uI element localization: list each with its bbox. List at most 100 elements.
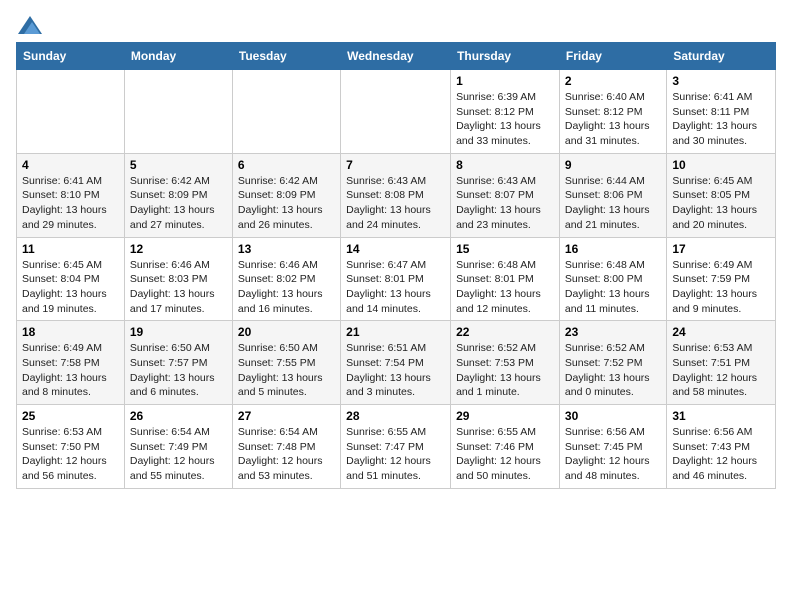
calendar-body: 1Sunrise: 6:39 AM Sunset: 8:12 PM Daylig… xyxy=(17,70,776,489)
day-number: 1 xyxy=(456,74,554,88)
day-number: 16 xyxy=(565,242,661,256)
day-info: Sunrise: 6:50 AM Sunset: 7:57 PM Dayligh… xyxy=(130,341,227,400)
day-info: Sunrise: 6:43 AM Sunset: 8:08 PM Dayligh… xyxy=(346,174,445,233)
day-info: Sunrise: 6:44 AM Sunset: 8:06 PM Dayligh… xyxy=(565,174,661,233)
day-number: 12 xyxy=(130,242,227,256)
day-info: Sunrise: 6:45 AM Sunset: 8:05 PM Dayligh… xyxy=(672,174,770,233)
weekday-friday: Friday xyxy=(559,43,666,70)
day-cell: 29Sunrise: 6:55 AM Sunset: 7:46 PM Dayli… xyxy=(451,405,560,489)
day-number: 29 xyxy=(456,409,554,423)
day-number: 25 xyxy=(22,409,119,423)
day-number: 8 xyxy=(456,158,554,172)
day-info: Sunrise: 6:47 AM Sunset: 8:01 PM Dayligh… xyxy=(346,258,445,317)
week-row-1: 1Sunrise: 6:39 AM Sunset: 8:12 PM Daylig… xyxy=(17,70,776,154)
day-cell: 31Sunrise: 6:56 AM Sunset: 7:43 PM Dayli… xyxy=(667,405,776,489)
day-cell: 19 Sunrise: 6:50 AM Sunset: 7:57 PM Dayli… xyxy=(124,321,232,405)
day-number: 22 xyxy=(456,325,554,339)
day-cell: 7 Sunrise: 6:43 AM Sunset: 8:08 PM Daylig… xyxy=(341,153,451,237)
day-cell: 25 Sunrise: 6:53 AM Sunset: 7:50 PM Dayli… xyxy=(17,405,125,489)
day-cell: 21 Sunrise: 6:51 AM Sunset: 7:54 PM Dayli… xyxy=(341,321,451,405)
week-row-3: 11 Sunrise: 6:45 AM Sunset: 8:04 PM Dayli… xyxy=(17,237,776,321)
day-cell xyxy=(341,70,451,154)
day-number: 19 xyxy=(130,325,227,339)
calendar-header: SundayMondayTuesdayWednesdayThursdayFrid… xyxy=(17,43,776,70)
day-number: 6 xyxy=(238,158,335,172)
week-row-2: 4 Sunrise: 6:41 AM Sunset: 8:10 PM Daylig… xyxy=(17,153,776,237)
day-info: Sunrise: 6:53 AM Sunset: 7:50 PM Dayligh… xyxy=(22,425,119,484)
day-cell: 12 Sunrise: 6:46 AM Sunset: 8:03 PM Dayli… xyxy=(124,237,232,321)
day-number: 11 xyxy=(22,242,119,256)
day-cell: 8 Sunrise: 6:43 AM Sunset: 8:07 PM Daylig… xyxy=(451,153,560,237)
day-cell: 24 Sunrise: 6:53 AM Sunset: 7:51 PM Dayli… xyxy=(667,321,776,405)
day-info: Sunrise: 6:52 AM Sunset: 7:53 PM Dayligh… xyxy=(456,341,554,400)
day-cell: 13 Sunrise: 6:46 AM Sunset: 8:02 PM Dayli… xyxy=(232,237,340,321)
day-number: 27 xyxy=(238,409,335,423)
day-cell: 26 Sunrise: 6:54 AM Sunset: 7:49 PM Dayli… xyxy=(124,405,232,489)
weekday-wednesday: Wednesday xyxy=(341,43,451,70)
day-number: 26 xyxy=(130,409,227,423)
day-info: Sunrise: 6:49 AM Sunset: 7:58 PM Dayligh… xyxy=(22,341,119,400)
day-number: 4 xyxy=(22,158,119,172)
day-cell: 4 Sunrise: 6:41 AM Sunset: 8:10 PM Daylig… xyxy=(17,153,125,237)
day-number: 31 xyxy=(672,409,770,423)
day-cell: 3 Sunrise: 6:41 AM Sunset: 8:11 PM Daylig… xyxy=(667,70,776,154)
day-info: Sunrise: 6:46 AM Sunset: 8:02 PM Dayligh… xyxy=(238,258,335,317)
day-cell: 30 Sunrise: 6:56 AM Sunset: 7:45 PM Dayli… xyxy=(559,405,666,489)
calendar-table: SundayMondayTuesdayWednesdayThursdayFrid… xyxy=(16,42,776,489)
day-cell: 17 Sunrise: 6:49 AM Sunset: 7:59 PM Dayli… xyxy=(667,237,776,321)
day-cell: 1Sunrise: 6:39 AM Sunset: 8:12 PM Daylig… xyxy=(451,70,560,154)
day-number: 15 xyxy=(456,242,554,256)
day-info: Sunrise: 6:50 AM Sunset: 7:55 PM Dayligh… xyxy=(238,341,335,400)
day-number: 5 xyxy=(130,158,227,172)
weekday-header-row: SundayMondayTuesdayWednesdayThursdayFrid… xyxy=(17,43,776,70)
day-cell: 16 Sunrise: 6:48 AM Sunset: 8:00 PM Dayli… xyxy=(559,237,666,321)
day-number: 14 xyxy=(346,242,445,256)
day-info: Sunrise: 6:41 AM Sunset: 8:10 PM Dayligh… xyxy=(22,174,119,233)
day-info: Sunrise: 6:54 AM Sunset: 7:49 PM Dayligh… xyxy=(130,425,227,484)
day-info: Sunrise: 6:53 AM Sunset: 7:51 PM Dayligh… xyxy=(672,341,770,400)
weekday-sunday: Sunday xyxy=(17,43,125,70)
day-info: Sunrise: 6:45 AM Sunset: 8:04 PM Dayligh… xyxy=(22,258,119,317)
day-info: Sunrise: 6:48 AM Sunset: 8:01 PM Dayligh… xyxy=(456,258,554,317)
day-number: 28 xyxy=(346,409,445,423)
day-cell xyxy=(124,70,232,154)
day-info: Sunrise: 6:41 AM Sunset: 8:11 PM Dayligh… xyxy=(672,90,770,149)
day-info: Sunrise: 6:43 AM Sunset: 8:07 PM Dayligh… xyxy=(456,174,554,233)
week-row-4: 18 Sunrise: 6:49 AM Sunset: 7:58 PM Dayli… xyxy=(17,321,776,405)
day-number: 30 xyxy=(565,409,661,423)
day-info: Sunrise: 6:51 AM Sunset: 7:54 PM Dayligh… xyxy=(346,341,445,400)
week-row-5: 25 Sunrise: 6:53 AM Sunset: 7:50 PM Dayli… xyxy=(17,405,776,489)
day-info: Sunrise: 6:49 AM Sunset: 7:59 PM Dayligh… xyxy=(672,258,770,317)
day-info: Sunrise: 6:46 AM Sunset: 8:03 PM Dayligh… xyxy=(130,258,227,317)
day-number: 18 xyxy=(22,325,119,339)
day-number: 24 xyxy=(672,325,770,339)
day-number: 21 xyxy=(346,325,445,339)
day-cell: 9 Sunrise: 6:44 AM Sunset: 8:06 PM Daylig… xyxy=(559,153,666,237)
day-cell: 2Sunrise: 6:40 AM Sunset: 8:12 PM Daylig… xyxy=(559,70,666,154)
day-cell: 10Sunrise: 6:45 AM Sunset: 8:05 PM Dayli… xyxy=(667,153,776,237)
day-info: Sunrise: 6:55 AM Sunset: 7:47 PM Dayligh… xyxy=(346,425,445,484)
day-cell xyxy=(232,70,340,154)
day-cell: 23 Sunrise: 6:52 AM Sunset: 7:52 PM Dayli… xyxy=(559,321,666,405)
day-number: 17 xyxy=(672,242,770,256)
weekday-thursday: Thursday xyxy=(451,43,560,70)
day-cell: 27Sunrise: 6:54 AM Sunset: 7:48 PM Dayli… xyxy=(232,405,340,489)
day-number: 9 xyxy=(565,158,661,172)
day-info: Sunrise: 6:48 AM Sunset: 8:00 PM Dayligh… xyxy=(565,258,661,317)
day-number: 3 xyxy=(672,74,770,88)
day-number: 13 xyxy=(238,242,335,256)
day-cell: 5 Sunrise: 6:42 AM Sunset: 8:09 PM Daylig… xyxy=(124,153,232,237)
weekday-monday: Monday xyxy=(124,43,232,70)
day-info: Sunrise: 6:56 AM Sunset: 7:45 PM Dayligh… xyxy=(565,425,661,484)
day-number: 7 xyxy=(346,158,445,172)
day-number: 20 xyxy=(238,325,335,339)
day-cell: 14 Sunrise: 6:47 AM Sunset: 8:01 PM Dayli… xyxy=(341,237,451,321)
day-cell: 6Sunrise: 6:42 AM Sunset: 8:09 PM Daylig… xyxy=(232,153,340,237)
day-info: Sunrise: 6:52 AM Sunset: 7:52 PM Dayligh… xyxy=(565,341,661,400)
day-cell: 28 Sunrise: 6:55 AM Sunset: 7:47 PM Dayli… xyxy=(341,405,451,489)
day-cell: 18 Sunrise: 6:49 AM Sunset: 7:58 PM Dayli… xyxy=(17,321,125,405)
day-cell: 20 Sunrise: 6:50 AM Sunset: 7:55 PM Dayli… xyxy=(232,321,340,405)
day-info: Sunrise: 6:42 AM Sunset: 8:09 PM Dayligh… xyxy=(130,174,227,233)
day-number: 23 xyxy=(565,325,661,339)
day-cell xyxy=(17,70,125,154)
